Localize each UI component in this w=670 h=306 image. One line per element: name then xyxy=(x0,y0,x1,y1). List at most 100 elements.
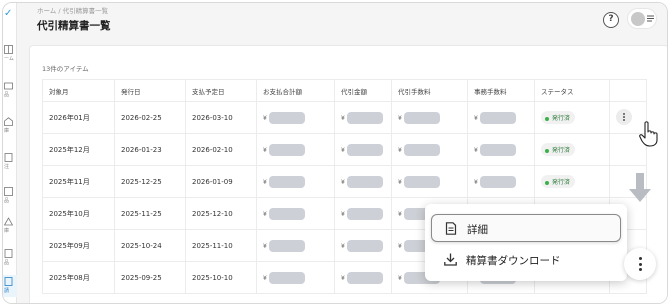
row-more-button[interactable] xyxy=(616,108,632,125)
col-header-issued[interactable]: 発行日 xyxy=(114,79,186,102)
download-icon xyxy=(444,253,457,266)
row-action-menu: 詳細 精算書ダウンロード xyxy=(425,204,627,281)
redacted-amount xyxy=(346,143,383,156)
cell-issued: 2026-02-25 xyxy=(114,101,186,134)
cell-cod-amount: ¥ xyxy=(334,165,392,198)
breadcrumb-home[interactable]: ホーム xyxy=(37,7,56,15)
sidebar-item-2[interactable]: 庫 xyxy=(3,115,17,137)
cell-total: ¥ xyxy=(256,229,335,262)
arrow-down-icon xyxy=(629,173,651,202)
more-options-button[interactable] xyxy=(624,248,656,280)
app-window: ✓ ーム 品 庫 注 品 庫 品 請 ホーム / 代引精算書一覧 代引精算書一覧… xyxy=(2,2,668,304)
menu-lines-icon xyxy=(647,15,654,22)
cell-total: ¥ xyxy=(256,197,335,230)
col-header-cod-fee[interactable]: 代引手数料 xyxy=(391,79,468,102)
menu-item-detail[interactable]: 詳細 xyxy=(431,214,621,242)
redacted-amount xyxy=(346,111,383,124)
item-icon xyxy=(4,187,13,196)
sidebar-item-7[interactable]: 請 xyxy=(3,275,17,297)
sidebar-item-1[interactable]: 品 xyxy=(3,79,17,101)
redacted-amount xyxy=(346,239,383,252)
redacted-amount xyxy=(403,143,440,156)
cell-cod-amount: ¥ xyxy=(334,101,392,134)
cell-status: 発行済 xyxy=(534,165,610,198)
sidebar-item-label: 品 xyxy=(4,198,10,204)
cell-total: ¥ xyxy=(256,101,335,134)
redacted-amount xyxy=(346,271,383,284)
sidebar-item-label: 品 xyxy=(4,260,10,266)
redacted-amount xyxy=(268,239,305,252)
currency-symbol: ¥ xyxy=(263,274,267,282)
cell-admin-fee: ¥ xyxy=(467,101,535,134)
warehouse-icon xyxy=(4,117,13,126)
sidebar-item-5[interactable]: 庫 xyxy=(3,215,17,237)
table-row[interactable]: 2025年11月 2025-12-25 2026-01-09 ¥ ¥ ¥ ¥ 発行済 xyxy=(42,165,647,198)
sidebar-item-3[interactable]: 注 xyxy=(3,151,17,173)
cell-month: 2025年11月 xyxy=(42,165,115,198)
menu-item-download-label: 精算書ダウンロード xyxy=(466,255,561,267)
cell-due: 2026-03-10 xyxy=(185,101,257,134)
sidebar-item-4[interactable]: 品 xyxy=(3,185,17,207)
sidebar-item-label: ーム xyxy=(4,56,14,62)
page-title: 代引精算書一覧 xyxy=(37,20,111,32)
cell-issued: 2025-10-24 xyxy=(114,229,186,262)
status-label: 発行済 xyxy=(552,179,571,186)
sidebar-item-6[interactable]: 品 xyxy=(3,247,17,269)
hand-cursor-icon xyxy=(639,121,658,147)
redacted-amount xyxy=(268,143,305,156)
cell-issued: 2026-01-23 xyxy=(114,133,186,166)
table-row[interactable]: 2026年01月 2026-02-25 2026-03-10 ¥ ¥ ¥ ¥ 発行済 xyxy=(42,101,647,134)
cell-cod-amount: ¥ xyxy=(334,229,392,262)
sidebar-item-0[interactable]: ーム xyxy=(3,43,17,65)
status-badge: 発行済 xyxy=(541,143,576,156)
currency-symbol: ¥ xyxy=(341,178,345,186)
cell-due: 2025-10-10 xyxy=(185,261,257,294)
cell-total: ¥ xyxy=(256,165,335,198)
cell-cod-fee: ¥ xyxy=(391,165,468,198)
col-header-admin-fee[interactable]: 事務手数料 xyxy=(467,79,535,102)
redacted-amount xyxy=(268,111,305,124)
col-header-cod-amount[interactable]: 代引金額 xyxy=(334,79,392,102)
redacted-amount xyxy=(346,175,383,188)
question-circle-icon[interactable]: ? xyxy=(603,12,619,28)
col-header-status[interactable]: ステータス xyxy=(534,79,610,102)
cell-cod-amount: ¥ xyxy=(334,197,392,230)
cell-cod-fee: ¥ xyxy=(391,101,468,134)
cell-admin-fee: ¥ xyxy=(467,165,535,198)
cell-issued: 2025-11-25 xyxy=(114,197,186,230)
doc-icon xyxy=(4,249,13,258)
box-icon xyxy=(4,82,13,90)
redacted-amount xyxy=(403,111,440,124)
redacted-amount xyxy=(268,207,305,220)
status-label: 発行済 xyxy=(552,115,571,122)
col-header-due[interactable]: 支払予定日 xyxy=(185,79,257,102)
stock-icon xyxy=(4,217,13,226)
cell-month: 2025年09月 xyxy=(42,229,115,262)
table-row[interactable]: 2025年12月 2026-01-23 2026-02-10 ¥ ¥ ¥ ¥ 発行済 xyxy=(42,133,647,166)
cell-admin-fee: ¥ xyxy=(467,133,535,166)
cell-cod-fee: ¥ xyxy=(391,133,468,166)
item-count: 13件のアイテム xyxy=(42,65,89,73)
currency-symbol: ¥ xyxy=(398,146,402,154)
breadcrumb: ホーム / 代引精算書一覧 xyxy=(37,5,108,15)
cell-issued: 2025-09-25 xyxy=(114,261,186,294)
currency-symbol: ¥ xyxy=(398,274,402,282)
currency-symbol: ¥ xyxy=(341,146,345,154)
currency-symbol: ¥ xyxy=(341,210,345,218)
menu-item-download[interactable]: 精算書ダウンロード xyxy=(431,246,621,274)
cell-due: 2026-01-09 xyxy=(185,165,257,198)
sidebar-item-label: 注 xyxy=(4,164,10,170)
cell-due: 2025-12-10 xyxy=(185,197,257,230)
status-dot xyxy=(545,180,549,185)
col-header-total[interactable]: お支払合計額 xyxy=(256,79,335,102)
breadcrumb-current: 代引精算書一覧 xyxy=(62,7,109,15)
redacted-amount xyxy=(479,175,516,188)
invoice-icon xyxy=(4,277,13,286)
status-badge: 発行済 xyxy=(541,111,576,124)
redacted-amount xyxy=(268,175,305,188)
currency-symbol: ¥ xyxy=(474,114,478,122)
user-menu-button[interactable] xyxy=(627,8,657,29)
currency-symbol: ¥ xyxy=(341,274,345,282)
col-header-month[interactable]: 対象月 xyxy=(42,79,115,102)
redacted-amount xyxy=(403,175,440,188)
